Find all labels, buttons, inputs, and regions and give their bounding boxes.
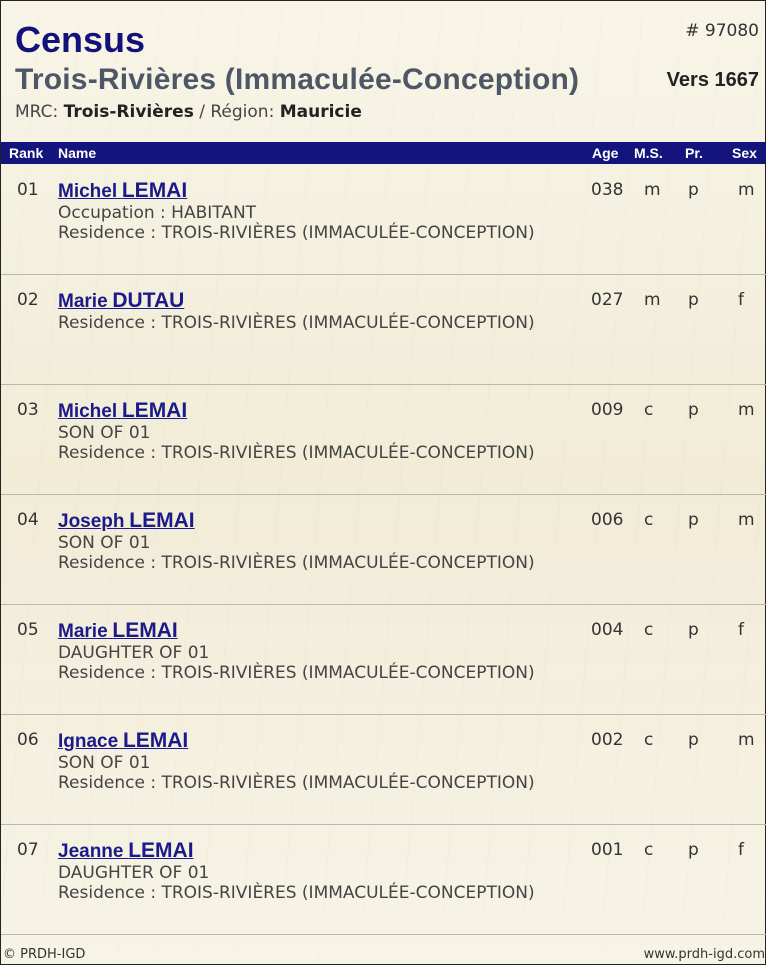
last-name: LEMAI <box>129 509 195 532</box>
column-header-age: Age <box>592 145 619 161</box>
column-header-pr: Pr. <box>685 145 703 161</box>
rank-cell: 01 <box>17 180 39 200</box>
rank-cell: 02 <box>17 290 39 310</box>
rank-cell: 05 <box>17 620 39 640</box>
last-name: LEMAI <box>121 399 188 422</box>
person-name-link[interactable]: Jeanne LEMAI <box>58 839 194 863</box>
site-url-link[interactable]: www.prdh-igd.com <box>644 947 765 962</box>
location-separator: / <box>193 102 211 122</box>
marital-status-cell: c <box>644 510 654 530</box>
presence-cell: p <box>688 620 699 640</box>
last-name: LEMAI <box>112 619 178 642</box>
last-name: LEMAI <box>122 729 189 752</box>
page-title: Census <box>15 19 146 60</box>
first-name: Ignace <box>58 731 119 752</box>
detail-line: Residence : TROIS-RIVIÈRES (IMMACULÉE-CO… <box>58 883 535 903</box>
detail-line: SON OF 01 <box>58 753 151 773</box>
table-row: 05 Marie LEMAI 004 c p f DAUGHTER OF 01 R… <box>1 605 766 715</box>
region-label: Région: <box>210 102 275 122</box>
first-name: Michel <box>58 401 118 422</box>
last-name: LEMAI <box>121 179 188 202</box>
last-name: DUTAU <box>112 289 185 312</box>
table-row: 01 Michel LEMAI 038 m p m Occupation : H… <box>1 165 766 275</box>
first-name: Michel <box>58 181 118 202</box>
person-name-link[interactable]: Marie LEMAI <box>58 619 178 643</box>
first-name: Joseph <box>58 511 125 532</box>
table-row: 02 Marie DUTAU 027 m p f Residence : TRO… <box>1 275 766 385</box>
census-table: 01 Michel LEMAI 038 m p m Occupation : H… <box>1 165 766 935</box>
detail-line: Residence : TROIS-RIVIÈRES (IMMACULÉE-CO… <box>58 773 535 793</box>
person-name-link[interactable]: Joseph LEMAI <box>58 509 195 533</box>
sex-cell: m <box>738 180 755 200</box>
marital-status-cell: c <box>644 730 654 750</box>
marital-status-cell: c <box>644 840 654 860</box>
detail-line: Residence : TROIS-RIVIÈRES (IMMACULÉE-CO… <box>58 223 535 243</box>
detail-line: Residence : TROIS-RIVIÈRES (IMMACULÉE-CO… <box>58 313 535 333</box>
first-name: Marie <box>58 621 108 642</box>
mrc-value: Trois-Rivières <box>63 102 194 122</box>
person-name-link[interactable]: Marie DUTAU <box>58 289 184 313</box>
sex-cell: m <box>738 400 755 420</box>
age-cell: 009 <box>591 400 624 420</box>
table-row: 04 Joseph LEMAI 006 c p m SON OF 01 Resid… <box>1 495 766 605</box>
location-line: MRC: Trois-Rivières / Région: Mauricie <box>15 102 362 122</box>
detail-line: DAUGHTER OF 01 <box>58 643 210 663</box>
detail-line: Residence : TROIS-RIVIÈRES (IMMACULÉE-CO… <box>58 553 535 573</box>
detail-line: SON OF 01 <box>58 423 151 443</box>
sex-cell: f <box>738 620 744 640</box>
rank-cell: 06 <box>17 730 39 750</box>
detail-line: Residence : TROIS-RIVIÈRES (IMMACULÉE-CO… <box>58 663 535 683</box>
presence-cell: p <box>688 180 699 200</box>
column-header-sex: Sex <box>732 145 757 161</box>
first-name: Jeanne <box>58 841 124 862</box>
marital-status-cell: c <box>644 400 654 420</box>
column-header-name: Name <box>58 145 97 161</box>
age-cell: 027 <box>591 290 624 310</box>
person-name-link[interactable]: Michel LEMAI <box>58 179 187 203</box>
sex-cell: f <box>738 840 744 860</box>
detail-line: Occupation : HABITANT <box>58 203 257 223</box>
rank-cell: 03 <box>17 400 39 420</box>
column-header-ms: M.S. <box>634 145 663 161</box>
marital-status-cell: m <box>644 180 661 200</box>
copyright-notice: © PRDH-IGD <box>3 947 86 962</box>
age-cell: 004 <box>591 620 624 640</box>
table-header: Rank Name Age M.S. Pr. Sex <box>1 142 766 164</box>
census-year: Vers 1667 <box>666 69 759 91</box>
marital-status-cell: c <box>644 620 654 640</box>
sex-cell: m <box>738 730 755 750</box>
mrc-label: MRC: <box>15 102 59 122</box>
age-cell: 002 <box>591 730 624 750</box>
region-value: Mauricie <box>279 102 362 122</box>
first-name: Marie <box>58 291 108 312</box>
detail-line: Residence : TROIS-RIVIÈRES (IMMACULÉE-CO… <box>58 443 535 463</box>
place-name: Trois-Rivières (Immaculée-Conception) <box>15 63 580 96</box>
presence-cell: p <box>688 290 699 310</box>
page-header: Census # 97080 Trois-Rivières (Immaculée… <box>1 1 766 141</box>
column-header-rank: Rank <box>9 145 44 161</box>
table-row: 03 Michel LEMAI 009 c p m SON OF 01 Resid… <box>1 385 766 495</box>
age-cell: 001 <box>591 840 624 860</box>
person-name-link[interactable]: Ignace LEMAI <box>58 729 188 753</box>
record-id: # 97080 <box>685 21 759 41</box>
presence-cell: p <box>688 400 699 420</box>
presence-cell: p <box>688 840 699 860</box>
rank-cell: 07 <box>17 840 39 860</box>
table-row: 06 Ignace LEMAI 002 c p m SON OF 01 Resid… <box>1 715 766 825</box>
table-row: 07 Jeanne LEMAI 001 c p f DAUGHTER OF 01… <box>1 825 766 935</box>
sex-cell: m <box>738 510 755 530</box>
presence-cell: p <box>688 510 699 530</box>
last-name: LEMAI <box>128 839 194 862</box>
person-name-link[interactable]: Michel LEMAI <box>58 399 187 423</box>
rank-cell: 04 <box>17 510 39 530</box>
sex-cell: f <box>738 290 744 310</box>
age-cell: 038 <box>591 180 624 200</box>
detail-line: SON OF 01 <box>58 533 151 553</box>
age-cell: 006 <box>591 510 624 530</box>
presence-cell: p <box>688 730 699 750</box>
detail-line: DAUGHTER OF 01 <box>58 863 210 883</box>
marital-status-cell: m <box>644 290 661 310</box>
